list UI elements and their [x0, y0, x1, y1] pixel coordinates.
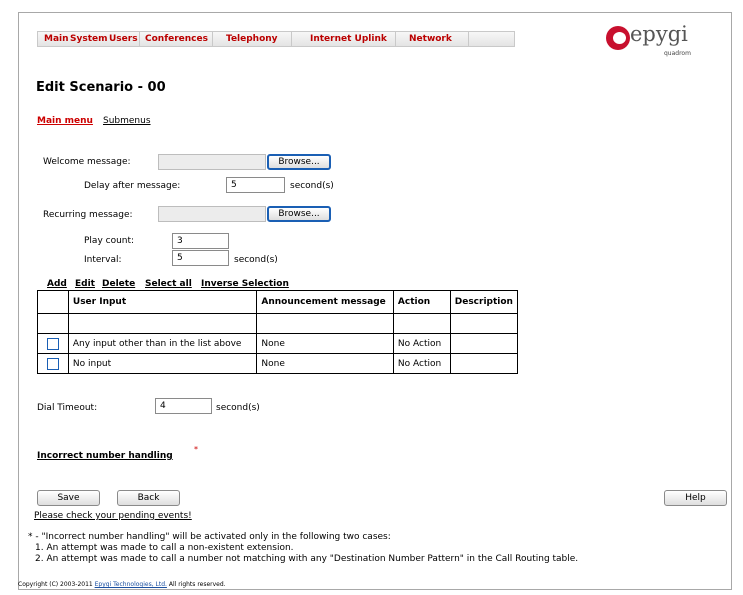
recurring-browse-button[interactable]: Browse... — [267, 206, 331, 222]
logo-subtitle: quadrom — [664, 50, 691, 57]
delete-link[interactable]: Delete — [102, 279, 135, 289]
nav-telephony[interactable]: Telephony — [226, 34, 278, 44]
back-button[interactable]: Back — [117, 490, 180, 506]
dial-timeout-label: Dial Timeout: — [37, 403, 98, 413]
interval-label: Interval: — [84, 255, 122, 265]
nav-network[interactable]: Network — [409, 34, 452, 44]
nav-separator — [139, 32, 140, 46]
row-checkbox[interactable] — [46, 357, 59, 370]
nav-conferences[interactable]: Conferences — [145, 34, 208, 44]
play-count-input[interactable] — [172, 233, 229, 249]
pending-events-link[interactable]: Please check your pending events! — [34, 511, 192, 521]
nav-main[interactable]: Main — [44, 34, 69, 44]
column-select — [37, 290, 69, 314]
welcome-browse-button[interactable]: Browse... — [267, 154, 331, 170]
welcome-message-label: Welcome message: — [43, 157, 131, 167]
footnote-line: * - "Incorrect number handling" will be … — [28, 532, 391, 542]
footnote-line: 1. An attempt was made to call a non-exi… — [35, 543, 294, 553]
delay-input[interactable] — [226, 177, 285, 193]
table-empty-row — [37, 313, 519, 334]
nav-separator — [212, 32, 213, 46]
footnote-line: 2. An attempt was made to call a number … — [35, 554, 579, 564]
interval-input[interactable] — [172, 250, 229, 266]
save-button[interactable]: Save — [37, 490, 100, 506]
logo-mark-icon — [606, 26, 630, 50]
cell-action: No Action — [392, 353, 451, 374]
incorrect-number-handling-link[interactable]: Incorrect number handling — [37, 451, 173, 461]
nav-separator — [291, 32, 292, 46]
edit-link[interactable]: Edit — [75, 279, 95, 289]
column-user-input: User Input — [67, 290, 258, 314]
column-description: Description — [449, 290, 519, 314]
delay-label: Delay after message: — [84, 181, 181, 191]
tab-main-menu[interactable]: Main menu — [37, 116, 93, 126]
nav-separator — [468, 32, 469, 46]
cell-action: No Action — [392, 333, 451, 354]
cell-description — [449, 353, 519, 374]
nav-system[interactable]: System — [70, 34, 108, 44]
top-nav: Main System Users Conferences Telephony … — [37, 31, 515, 47]
help-button[interactable]: Help — [664, 490, 727, 506]
delay-unit: second(s) — [290, 181, 334, 191]
copyright: Copyright (C) 2003-2011 Epygi Technologi… — [18, 581, 226, 588]
user-input-table: User Input Announcement message Action D… — [37, 290, 519, 374]
cell-user-input[interactable]: Any input other than in the list above — [67, 333, 258, 354]
interval-unit: second(s) — [234, 255, 278, 265]
table-header-row: User Input Announcement message Action D… — [37, 290, 519, 314]
dial-timeout-unit: second(s) — [216, 403, 260, 413]
table-row: No input None No Action — [37, 353, 519, 374]
nav-internet-uplink[interactable]: Internet Uplink — [310, 34, 387, 44]
nav-separator — [395, 32, 396, 46]
play-count-label: Play count: — [84, 236, 135, 246]
column-action: Action — [392, 290, 451, 314]
select-all-link[interactable]: Select all — [145, 279, 192, 289]
cell-announcement: None — [256, 333, 394, 354]
cell-user-input[interactable]: No input — [67, 353, 258, 374]
cell-description — [449, 333, 519, 354]
inverse-selection-link[interactable]: Inverse Selection — [201, 279, 289, 289]
footnote: * - "Incorrect number handling" will be … — [28, 532, 578, 565]
welcome-message-file-field[interactable] — [158, 154, 266, 170]
page-title: Edit Scenario - 00 — [36, 80, 166, 95]
dial-timeout-input[interactable] — [155, 398, 212, 414]
epygi-logo: epygi quadrom — [606, 22, 706, 60]
column-announcement: Announcement message — [256, 290, 394, 314]
logo-text: epygi — [630, 22, 688, 46]
recurring-message-label: Recurring message: — [43, 210, 133, 220]
add-link[interactable]: Add — [47, 279, 67, 289]
row-checkbox[interactable] — [46, 337, 59, 350]
nav-users[interactable]: Users — [109, 34, 138, 44]
company-link[interactable]: Epygi Technologies, Ltd. — [95, 581, 167, 588]
table-row: Any input other than in the list above N… — [37, 333, 519, 354]
tab-submenus[interactable]: Submenus — [103, 116, 151, 126]
footnote-asterisk: * — [194, 445, 198, 454]
cell-announcement: None — [256, 353, 394, 374]
recurring-message-file-field[interactable] — [158, 206, 266, 222]
